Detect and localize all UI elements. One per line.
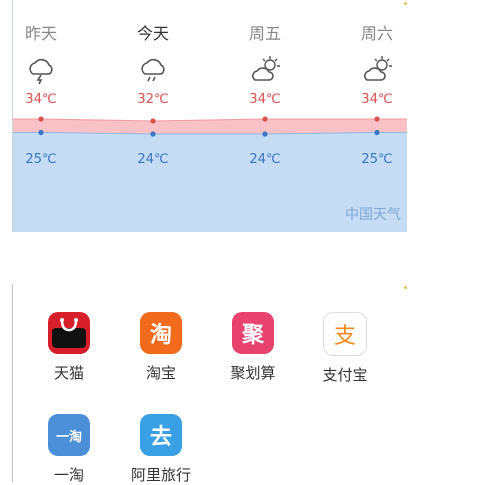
app-label: 聚划算 [230, 364, 276, 382]
apps-panel: 天猫 淘 淘宝 聚 聚划算 支 支付宝 一淘 一淘 去 阿里旅行 [12, 284, 407, 485]
app-taobao[interactable]: 淘 淘宝 [121, 312, 201, 383]
day-label-friday: 周五 [248, 24, 281, 43]
app-alipay[interactable]: 支 支付宝 [305, 312, 385, 385]
high-temp-point [150, 118, 156, 124]
thunderstorm-icon [29, 58, 53, 85]
high-temp-saturday: 34℃ [361, 92, 393, 107]
app-alitrip[interactable]: 去 阿里旅行 [121, 414, 201, 485]
weather-brand-label[interactable]: 中国天气 [345, 204, 401, 224]
high-temp-friday: 34℃ [249, 92, 281, 107]
low-temp-today: 24℃ [137, 152, 169, 167]
low-temp-friday: 24℃ [249, 152, 281, 167]
app-label: 淘宝 [145, 364, 176, 382]
partly-sunny-icon [364, 56, 392, 81]
day-label-today: 今天 [136, 24, 169, 43]
corner-dot [404, 2, 407, 5]
partly-sunny-icon [252, 56, 280, 81]
low-temp-point [374, 129, 380, 136]
taobao-icon: 淘 [140, 312, 182, 354]
low-temp-saturday: 25℃ [361, 152, 393, 167]
app-yitao[interactable]: 一淘 一淘 [29, 414, 109, 485]
low-temp-point [150, 131, 156, 137]
yitao-icon: 一淘 [48, 414, 90, 456]
high-temp-yesterday: 34℃ [25, 92, 57, 107]
high-temp-point [262, 116, 268, 122]
rain-cloud-icon [141, 58, 165, 82]
tmall-icon [48, 312, 90, 354]
app-juhuasuan[interactable]: 聚 聚划算 [213, 312, 293, 383]
high-temp-point [374, 116, 380, 122]
temp-range-band [13, 119, 407, 134]
low-temp-yesterday: 25℃ [25, 152, 57, 167]
day-label-yesterday: 昨天 [24, 24, 57, 43]
juhuasuan-icon: 聚 [232, 312, 274, 354]
day-label-saturday: 周六 [360, 24, 393, 43]
high-temp-point [38, 116, 44, 122]
weather-forecast-card: 昨天 34℃ 25℃ 今天 32℃ 24℃ 周五 34℃ 24℃ 周六 34℃ … [12, 0, 407, 232]
alitrip-icon: 去 [140, 414, 182, 456]
app-label: 支付宝 [322, 366, 368, 384]
app-tmall[interactable]: 天猫 [29, 312, 109, 383]
alipay-icon: 支 [323, 312, 367, 356]
low-temp-point [262, 131, 268, 137]
high-temp-today: 32℃ [137, 92, 169, 107]
low-temp-point [38, 129, 44, 136]
app-label: 天猫 [53, 364, 84, 382]
